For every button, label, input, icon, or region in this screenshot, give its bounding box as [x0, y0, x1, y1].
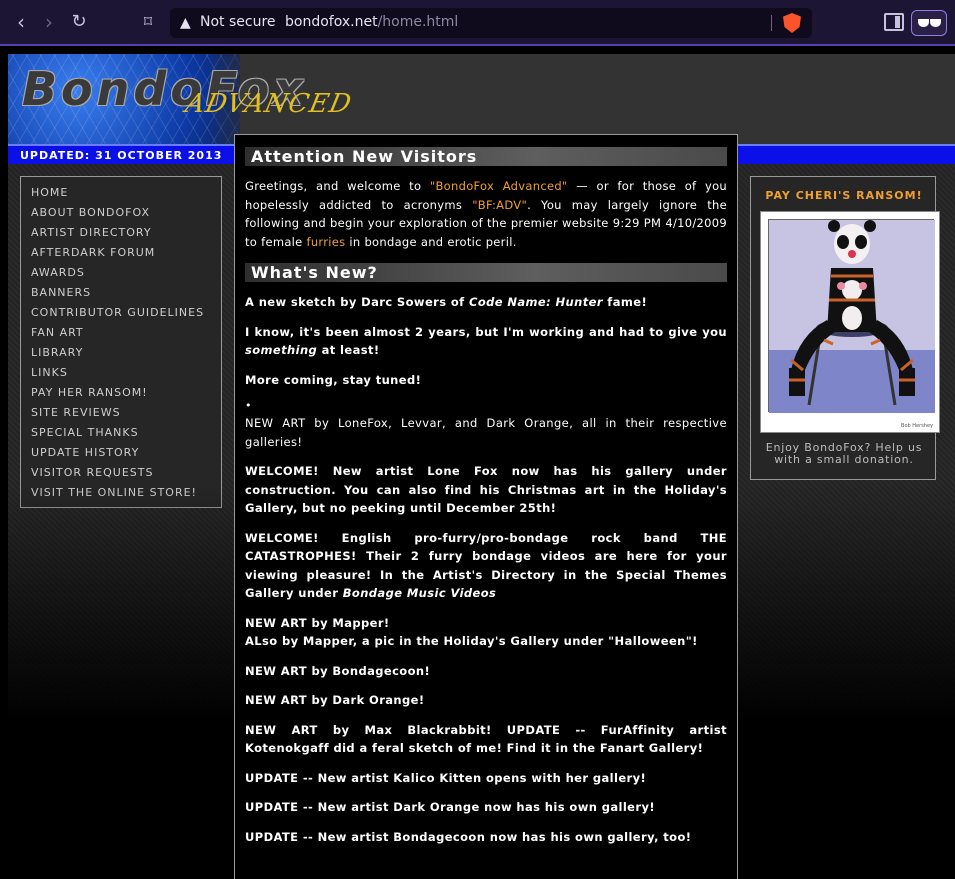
- glasses-icon: [930, 19, 941, 27]
- left-navigation: HOME ABOUT BONDOFOX ARTIST DIRECTORY AFTERD…: [20, 176, 222, 508]
- nav-link-update-history[interactable]: UPDATE HISTORY: [21, 443, 221, 463]
- artist-signature: Bob Hershey: [901, 423, 933, 429]
- nav-link-special-thanks[interactable]: SPECIAL THANKS: [21, 423, 221, 443]
- security-label[interactable]: Not secure: [200, 14, 276, 30]
- main-content: Attention New Visitors Greetings, and we…: [234, 134, 738, 879]
- whats-new-heading: What's New?: [245, 263, 727, 283]
- site-container: BondoFox ADVANCED UPDATED: 31 OCTOBER 20…: [8, 54, 955, 879]
- profile-button[interactable]: [911, 10, 947, 36]
- nav-link-home[interactable]: HOME: [21, 183, 221, 203]
- news-item: WELCOME! New artist Lone Fox now has his…: [245, 464, 727, 516]
- news-item: UPDATE -- New artist Bondagecoon now has…: [245, 829, 692, 844]
- nav-link-visit-the-online-store[interactable]: VISIT THE ONLINE STORE!: [21, 483, 221, 503]
- nav-link-site-reviews[interactable]: SITE REVIEWS: [21, 403, 221, 423]
- nav-link-pay-her-ransom[interactable]: PAY HER RANSOM!: [21, 383, 221, 403]
- url-text[interactable]: bondofox.net/home.html: [285, 14, 458, 30]
- nav-link-banners[interactable]: BANNERS: [21, 283, 221, 303]
- bf-adv-link[interactable]: "BF:ADV": [472, 198, 527, 212]
- ransom-image-link[interactable]: Bob Hershey: [760, 211, 940, 433]
- news-item: NEW ART by Max Blackrabbit! UPDATE -- Fu…: [245, 722, 727, 756]
- nav-link-links[interactable]: LINKS: [21, 363, 221, 383]
- glasses-icon: [918, 19, 929, 27]
- nav-link-about-bondofox[interactable]: ABOUT BONDOFOX: [21, 203, 221, 223]
- news-item: More coming, stay tuned!: [245, 372, 422, 387]
- bookmark-icon[interactable]: ⌑: [137, 10, 159, 34]
- site-banner: BondoFox ADVANCED: [8, 54, 955, 144]
- browser-toolbar: ‹ › ↻ ⌑ ▲ Not secure bondofox.net/home.h…: [0, 0, 955, 46]
- ransom-title[interactable]: PAY CHERI'S RANSOM!: [751, 189, 937, 202]
- address-bar[interactable]: ▲ Not secure bondofox.net/home.html: [170, 8, 812, 38]
- news-item: A new sketch by Darc Sowers of Code Name…: [245, 295, 648, 310]
- news-item: I know, it's been almost 2 years, but I'…: [245, 324, 727, 358]
- news-item: UPDATE -- New artist Dark Orange now has…: [245, 800, 655, 815]
- nav-link-visitor-requests[interactable]: VISITOR REQUESTS: [21, 463, 221, 483]
- bondofox-advanced-link[interactable]: "BondoFox Advanced": [430, 179, 568, 193]
- ransom-image: [768, 219, 935, 413]
- nav-link-library[interactable]: LIBRARY: [21, 343, 221, 363]
- bound-character-illustration: [769, 220, 935, 413]
- web-page: BondoFox ADVANCED UPDATED: 31 OCTOBER 20…: [0, 48, 955, 879]
- back-icon[interactable]: ‹: [10, 10, 32, 34]
- url-divider: [771, 15, 772, 31]
- nav-link-fan-art[interactable]: FAN ART: [21, 323, 221, 343]
- ransom-box: PAY CHERI'S RANSOM! Bob Hershey Enjoy Bo…: [750, 176, 940, 480]
- news-item: WELCOME! English pro-furry/pro-bondage r…: [245, 530, 727, 601]
- site-logo-subtitle: ADVANCED: [182, 89, 355, 119]
- warning-icon: ▲: [180, 15, 191, 31]
- reload-icon[interactable]: ↻: [68, 10, 90, 34]
- updated-date: UPDATED: 31 OCTOBER 2013: [20, 149, 223, 162]
- brave-shield-icon[interactable]: [783, 13, 801, 33]
- welcome-text: Greetings, and welcome to "BondoFox Adva…: [245, 179, 727, 249]
- news-item: NEW ART by Dark Orange!: [245, 693, 425, 708]
- nav-link-contributor-guidelines[interactable]: CONTRIBUTOR GUIDELINES: [21, 303, 221, 323]
- donation-text[interactable]: Enjoy BondoFox? Help us with a small don…: [757, 442, 931, 466]
- nav-link-awards[interactable]: AWARDS: [21, 263, 221, 283]
- forward-icon[interactable]: ›: [38, 10, 60, 34]
- nav-link-artist-directory[interactable]: ARTIST DIRECTORY: [21, 223, 221, 243]
- news-item: NEW ART by Mapper! ALso by Mapper, a pic …: [245, 615, 698, 649]
- news-item: NEW ART by Bondagecoon!: [245, 663, 431, 678]
- nav-link-afterdark-forum[interactable]: AFTERDARK FORUM: [21, 243, 221, 263]
- sidebar-toggle-icon[interactable]: [884, 13, 904, 31]
- news-item: UPDATE -- New artist Kalico Kitten opens…: [245, 770, 647, 785]
- furries-link[interactable]: furries: [307, 235, 346, 249]
- news-item: NEW ART by LoneFox, Levvar, and Dark Ora…: [245, 416, 727, 449]
- bullet-marker: •: [245, 399, 252, 413]
- attention-heading: Attention New Visitors: [245, 147, 727, 166]
